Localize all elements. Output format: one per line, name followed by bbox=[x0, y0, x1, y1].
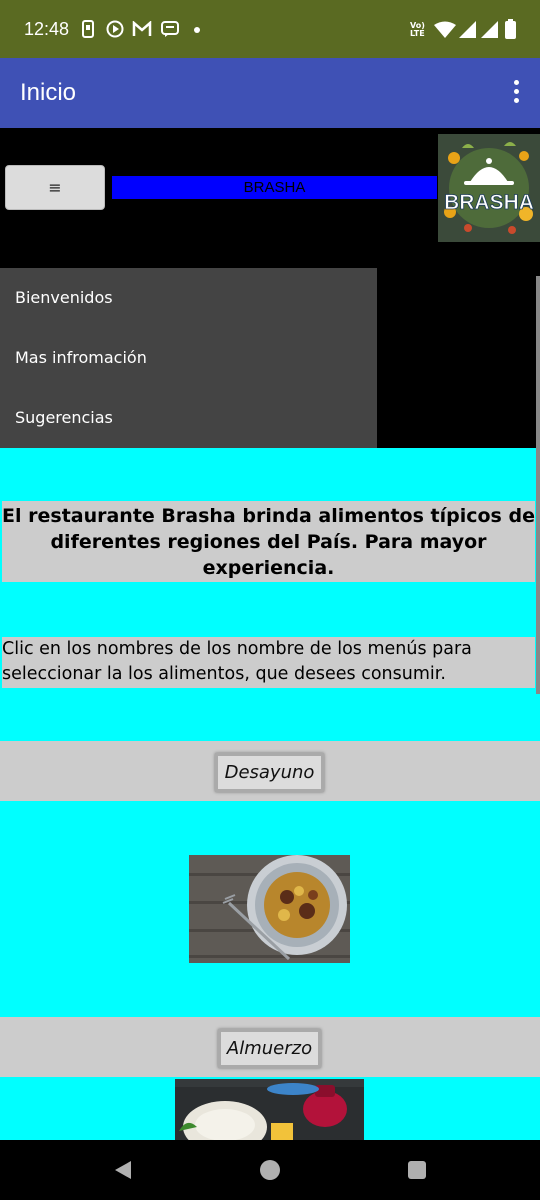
nav-menu: Bienvenidos Mas infromación Sugerencias bbox=[0, 268, 377, 448]
scrollbar[interactable] bbox=[536, 276, 540, 694]
system-navigation-bar bbox=[0, 1140, 540, 1200]
desayuno-food-image[interactable] bbox=[189, 855, 350, 963]
menu-toggle-button[interactable]: ≡ bbox=[5, 165, 105, 210]
signal-2-icon bbox=[481, 21, 498, 38]
wifi-icon bbox=[434, 21, 456, 38]
home-icon[interactable] bbox=[259, 1159, 281, 1181]
menu-section-desayuno: Desayuno bbox=[0, 741, 540, 801]
web-content: ≡ BRASHA BRASHA Bienvenidos Mas infromac… bbox=[0, 128, 540, 1140]
recent-apps-icon[interactable] bbox=[407, 1160, 427, 1180]
app-bar: Inicio bbox=[0, 58, 540, 128]
overflow-menu-icon[interactable] bbox=[508, 80, 524, 108]
back-icon[interactable] bbox=[113, 1160, 133, 1180]
battery-icon bbox=[505, 19, 516, 39]
status-bar: 12:48 Vo) LTE bbox=[0, 0, 540, 58]
almuerzo-menu-button[interactable]: Almuerzo bbox=[218, 1029, 321, 1068]
menu-section-almuerzo: Almuerzo bbox=[0, 1017, 540, 1077]
app-title: Inicio bbox=[20, 79, 77, 106]
nav-item-bienvenidos[interactable]: Bienvenidos bbox=[0, 268, 377, 328]
brand-bar: BRASHA bbox=[112, 176, 437, 199]
nav-item-mas-informacion[interactable]: Mas infromación bbox=[0, 328, 377, 388]
desayuno-menu-button[interactable]: Desayuno bbox=[215, 753, 324, 792]
status-time: 12:48 bbox=[24, 19, 70, 39]
nav-item-sugerencias[interactable]: Sugerencias bbox=[0, 388, 377, 448]
intro-instruction: Clic en los nombres de los nombre de los… bbox=[2, 637, 535, 688]
messages-notification-icon bbox=[161, 21, 179, 37]
phone-notification-icon bbox=[82, 20, 94, 38]
more-notifications-dot-icon bbox=[194, 27, 200, 33]
signal-icon bbox=[459, 21, 476, 38]
almuerzo-food-image[interactable] bbox=[175, 1079, 364, 1140]
page-header: ≡ BRASHA BRASHA Bienvenidos Mas infromac… bbox=[0, 128, 540, 448]
intro-headline: El restaurante Brasha brinda alimentos t… bbox=[2, 501, 535, 582]
logo-text: BRASHA bbox=[444, 191, 534, 214]
gmail-notification-icon bbox=[132, 21, 152, 36]
play-store-notification-icon bbox=[106, 20, 124, 38]
brasha-logo-icon: BRASHA bbox=[438, 134, 540, 242]
network-type-label: Vo) LTE bbox=[410, 21, 425, 38]
